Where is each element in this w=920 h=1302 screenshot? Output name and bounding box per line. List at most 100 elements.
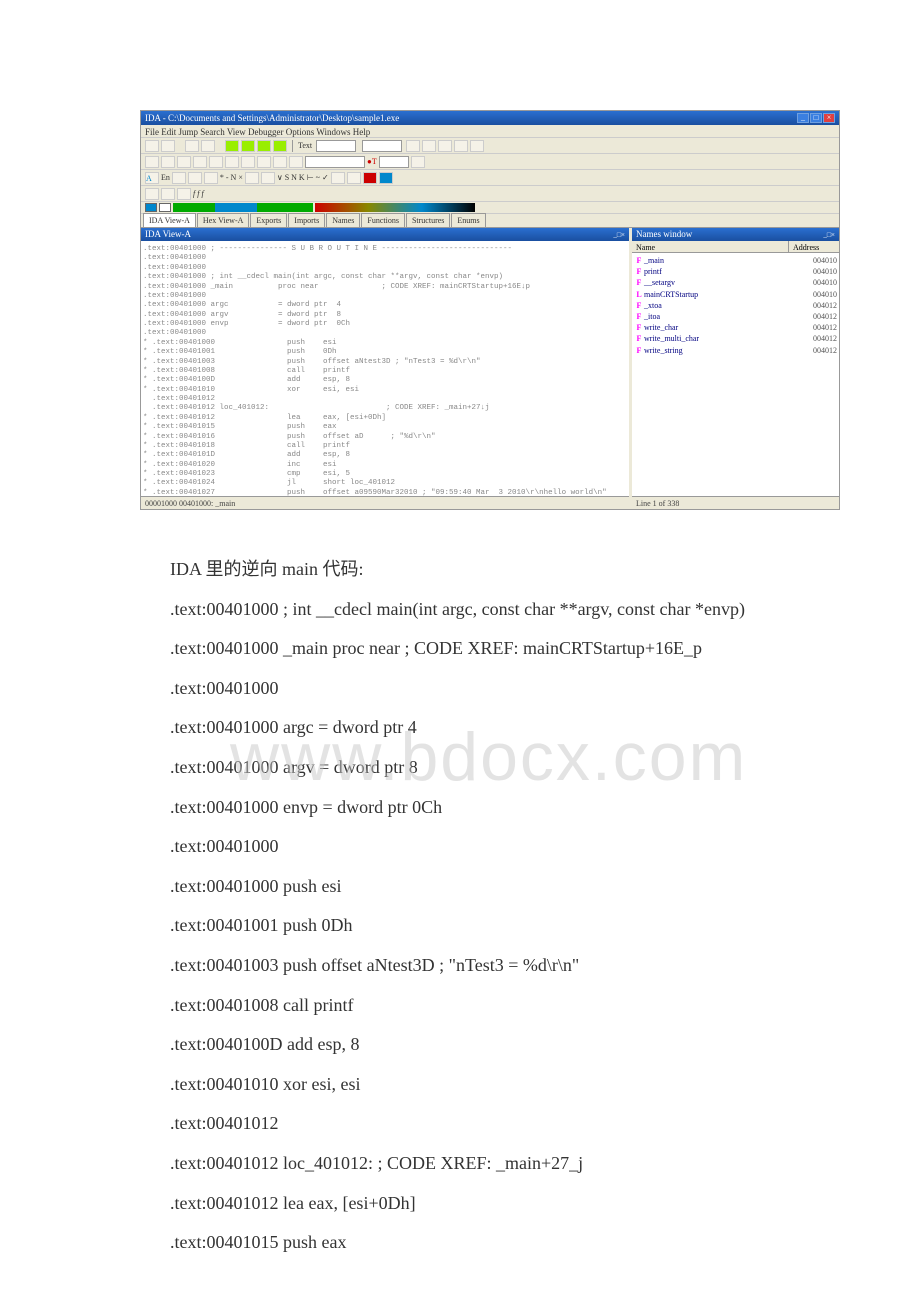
ida-view-footer: 00001000 00401000: _main: [141, 496, 629, 508]
names-row[interactable]: Fprintf004010: [634, 266, 837, 277]
toolbar-btn[interactable]: [145, 156, 159, 168]
name-address: 004010: [787, 255, 837, 266]
code-line: .text:00401000 _main proc near ; CODE XR…: [170, 629, 810, 669]
names-row[interactable]: Fwrite_multi_char004012: [634, 333, 837, 344]
toolbar-btn[interactable]: [145, 140, 159, 152]
code-line: .text:00401015 push eax: [170, 1223, 810, 1263]
caption-line: IDA 里的逆向 main 代码:: [170, 550, 810, 590]
toolbar-row-2: ●T: [141, 154, 839, 170]
toolbar-btn[interactable]: [422, 140, 436, 152]
toolbar-btn[interactable]: [185, 140, 199, 152]
name-address: 004010: [787, 289, 837, 300]
toolbar-btn[interactable]: [331, 172, 345, 184]
toolbar-btn[interactable]: [257, 140, 271, 152]
toolbar-btn[interactable]: [201, 140, 215, 152]
tab-functions[interactable]: Functions: [361, 213, 405, 227]
output-panel[interactable]: Executing function 'main'... Compiling f…: [141, 508, 839, 510]
code-line: .text:00401000 argv = dword ptr 8: [170, 748, 810, 788]
code-line: .text:00401000 push esi: [170, 867, 810, 907]
toolbar-btn[interactable]: [193, 156, 207, 168]
toolbar-btn[interactable]: [438, 140, 452, 152]
toolbar-btn[interactable]: [145, 188, 159, 200]
toolbar-btn[interactable]: [470, 140, 484, 152]
toolbar-btn[interactable]: [411, 156, 425, 168]
code-line: .text:00401000: [170, 669, 810, 709]
toolbar-combo[interactable]: [379, 156, 409, 168]
menu-bar[interactable]: File Edit Jump Search View Debugger Opti…: [141, 125, 839, 138]
toolbar-btn[interactable]: [379, 172, 393, 184]
article-body: IDA 里的逆向 main 代码: .text:00401000 ; int _…: [170, 550, 810, 1263]
code-line: .text:00401012 loc_401012: ; CODE XREF: …: [170, 1144, 810, 1184]
names-row[interactable]: Fwrite_string004012: [634, 345, 837, 356]
toolbar-btn[interactable]: [273, 156, 287, 168]
toolbar-btn[interactable]: [245, 172, 259, 184]
toolbar-btn[interactable]: [289, 156, 303, 168]
name-address: 004012: [787, 345, 837, 356]
toolbar-btn[interactable]: [188, 172, 202, 184]
names-panel: Names window _□× Name Address F_main0040…: [632, 228, 839, 508]
disassembly-text: .text:00401000 ; --------------- S U B R…: [143, 245, 627, 496]
names-header: Name Address: [632, 241, 839, 253]
names-row[interactable]: F_itoa004012: [634, 311, 837, 322]
tab-structures[interactable]: Structures: [406, 213, 450, 227]
panel-close[interactable]: ×: [831, 231, 835, 239]
toolbar-btn[interactable]: A: [145, 172, 159, 184]
names-row[interactable]: F__setargv004010: [634, 277, 837, 288]
toolbar-btn[interactable]: [177, 188, 191, 200]
toolbar-btn[interactable]: [161, 156, 175, 168]
names-row[interactable]: F_xtoa004012: [634, 300, 837, 311]
tab-imports[interactable]: Imports: [288, 213, 325, 227]
panel-close[interactable]: ×: [621, 231, 625, 239]
toolbar-btn[interactable]: [161, 188, 175, 200]
tab-hex-view[interactable]: Hex View-A: [197, 213, 249, 227]
names-list[interactable]: F_main004010Fprintf004010F__setargv00401…: [632, 253, 839, 496]
toolbar-btn[interactable]: [204, 172, 218, 184]
toolbar-btn[interactable]: [161, 140, 175, 152]
toolbar-row-4: f f f: [141, 186, 839, 202]
name-address: 004012: [787, 311, 837, 322]
code-line: .text:00401000 envp = dword ptr 0Ch: [170, 788, 810, 828]
names-row[interactable]: F_main004010: [634, 255, 837, 266]
toolbar-combo[interactable]: [305, 156, 365, 168]
maximize-button[interactable]: □: [810, 113, 822, 123]
code-line: .text:00401012: [170, 1104, 810, 1144]
names-col-name[interactable]: Name: [632, 241, 789, 252]
name-label: __setargv: [644, 277, 787, 288]
code-line: .text:00401000: [170, 827, 810, 867]
tab-names[interactable]: Names: [326, 213, 360, 227]
toolbar-btn[interactable]: [257, 156, 271, 168]
toolbar-btn[interactable]: [406, 140, 420, 152]
tab-enums[interactable]: Enums: [451, 213, 485, 227]
tab-exports[interactable]: Exports: [250, 213, 287, 227]
toolbar-btn[interactable]: [261, 172, 275, 184]
toolbar-btn[interactable]: [225, 156, 239, 168]
toolbar-btn[interactable]: [172, 172, 186, 184]
toolbar-btn[interactable]: [347, 172, 361, 184]
name-type-icon: L: [634, 289, 644, 300]
toolbar-btn[interactable]: [225, 140, 239, 152]
names-row[interactable]: LmainCRTStartup004010: [634, 289, 837, 300]
names-col-addr[interactable]: Address: [789, 241, 839, 252]
debug-icon[interactable]: ●T: [367, 156, 377, 167]
names-row[interactable]: Fwrite_char004012: [634, 322, 837, 333]
toolbar-btn[interactable]: [273, 140, 287, 152]
disassembly-code[interactable]: .text:00401000 ; --------------- S U B R…: [141, 241, 629, 496]
toolbar-btn[interactable]: [241, 156, 255, 168]
name-label: write_string: [644, 345, 787, 356]
close-button[interactable]: ×: [823, 113, 835, 123]
toolbar-btn[interactable]: [209, 156, 223, 168]
name-type-icon: F: [634, 300, 644, 311]
code-line: .text:00401000 argc = dword ptr 4: [170, 708, 810, 748]
toolbar-dropdown[interactable]: [316, 140, 356, 152]
ida-screenshot: IDA - C:\Documents and Settings\Administ…: [140, 110, 840, 510]
code-line: .text:00401008 call printf: [170, 986, 810, 1026]
toolbar-btn[interactable]: [363, 172, 377, 184]
minimize-button[interactable]: _: [797, 113, 809, 123]
tab-ida-view[interactable]: IDA View-A: [143, 213, 196, 227]
toolbar-btn[interactable]: [177, 156, 191, 168]
name-label: write_multi_char: [644, 333, 787, 344]
toolbar-dropdown[interactable]: [362, 140, 402, 152]
name-type-icon: F: [634, 322, 644, 333]
toolbar-btn[interactable]: [241, 140, 255, 152]
toolbar-btn[interactable]: [454, 140, 468, 152]
